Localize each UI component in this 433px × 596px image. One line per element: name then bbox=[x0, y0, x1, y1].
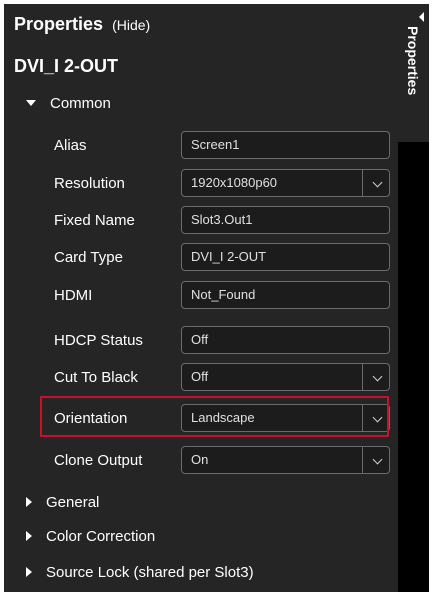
panel-title: Properties bbox=[14, 14, 104, 34]
dropdown-separator bbox=[362, 364, 363, 390]
property-label: Card Type bbox=[54, 249, 123, 266]
property-label: Orientation bbox=[54, 410, 128, 427]
property-label: Clone Output bbox=[54, 452, 143, 469]
hide-link[interactable]: (Hide) bbox=[112, 17, 150, 33]
chevron-down-icon[interactable] bbox=[372, 412, 383, 423]
property-row-fixed-name: Fixed Name Slot3.Out1 bbox=[4, 203, 398, 239]
section-general-label: General bbox=[46, 494, 100, 511]
cut-to-black-select[interactable]: Off bbox=[181, 363, 390, 391]
dropdown-separator bbox=[362, 405, 363, 431]
property-row-hdmi: HDMI Not_Found bbox=[4, 278, 398, 314]
orientation-select[interactable]: Landscape bbox=[181, 404, 390, 432]
section-common[interactable]: Common bbox=[26, 95, 111, 112]
panel-header: Properties (Hide) bbox=[14, 14, 150, 35]
dropdown-separator bbox=[362, 170, 363, 196]
property-row-cut-to-black: Cut To Black Off bbox=[4, 360, 398, 396]
property-row-alias: Alias Screen1 bbox=[4, 128, 398, 164]
section-general[interactable]: General bbox=[26, 494, 99, 511]
side-tab-label: Properties bbox=[405, 26, 421, 96]
property-label: HDCP Status bbox=[54, 332, 143, 349]
chevron-down-icon[interactable] bbox=[372, 177, 383, 188]
section-common-label: Common bbox=[50, 95, 111, 112]
section-source-lock-label: Source Lock (shared per Slot3) bbox=[46, 564, 254, 581]
chevron-down-icon[interactable] bbox=[372, 454, 383, 465]
expand-down-icon bbox=[26, 99, 36, 106]
expand-right-icon bbox=[26, 567, 32, 578]
resolution-select[interactable]: 1920x1080p60 bbox=[181, 169, 390, 197]
property-label: Alias bbox=[54, 137, 87, 154]
property-row-clone-output: Clone Output On bbox=[4, 443, 398, 479]
card-type-field[interactable]: DVI_I 2-OUT bbox=[181, 243, 390, 271]
clone-output-value: On bbox=[191, 452, 209, 467]
property-label: Resolution bbox=[54, 175, 125, 192]
properties-panel: Properties (Hide) DVI_I 2-OUT Common Ali… bbox=[4, 4, 398, 592]
property-row-card-type: Card Type DVI_I 2-OUT bbox=[4, 240, 398, 276]
expand-right-icon bbox=[26, 531, 32, 542]
resolution-value: 1920x1080p60 bbox=[191, 175, 278, 190]
fixed-name-field[interactable]: Slot3.Out1 bbox=[181, 206, 390, 234]
property-row-hdcp-status: HDCP Status Off bbox=[4, 323, 398, 359]
expand-right-icon bbox=[26, 497, 32, 508]
chevron-down-icon[interactable] bbox=[372, 371, 383, 382]
property-label: Cut To Black bbox=[54, 369, 138, 386]
orientation-value: Landscape bbox=[191, 410, 255, 425]
hdmi-field[interactable]: Not_Found bbox=[181, 281, 390, 309]
device-name: DVI_I 2-OUT bbox=[14, 56, 119, 76]
dropdown-separator bbox=[362, 447, 363, 473]
section-source-lock[interactable]: Source Lock (shared per Slot3) bbox=[26, 564, 254, 581]
property-label: HDMI bbox=[54, 287, 93, 304]
property-label: Fixed Name bbox=[54, 212, 135, 229]
section-color-correction-label: Color Correction bbox=[46, 528, 156, 545]
hdcp-status-field[interactable]: Off bbox=[181, 326, 390, 354]
clone-output-select[interactable]: On bbox=[181, 446, 390, 474]
property-row-orientation: Orientation Landscape bbox=[4, 401, 398, 437]
cut-to-black-value: Off bbox=[191, 369, 209, 384]
property-row-resolution: Resolution 1920x1080p60 bbox=[4, 166, 398, 202]
collapse-left-icon[interactable] bbox=[419, 12, 424, 22]
section-color-correction[interactable]: Color Correction bbox=[26, 528, 155, 545]
alias-field[interactable]: Screen1 bbox=[181, 131, 390, 159]
